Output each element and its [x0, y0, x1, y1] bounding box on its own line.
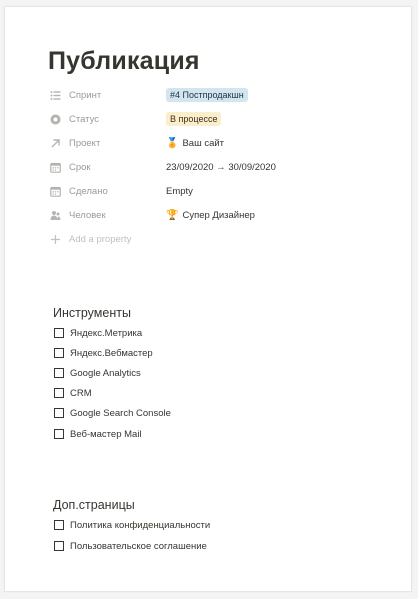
property-person[interactable]: Человек 🏆 Супер Дизайнер — [49, 205, 389, 225]
property-label: Статус — [69, 113, 100, 125]
checkbox[interactable] — [54, 408, 64, 418]
todo-label[interactable]: Политика конфиденциальности — [70, 520, 210, 531]
project-link[interactable]: Ваш сайт — [182, 138, 224, 149]
person-icon — [49, 209, 61, 221]
property-label: Спринт — [69, 89, 102, 101]
property-value[interactable]: #4 Постпродакшн — [166, 88, 248, 102]
add-property-label: Add a property — [69, 233, 132, 245]
property-value[interactable]: 🏅 Ваш сайт — [166, 138, 224, 149]
checkbox[interactable] — [54, 328, 64, 338]
list-icon — [49, 89, 61, 101]
property-label: Человек — [69, 209, 106, 221]
todo-item[interactable]: CRM — [54, 385, 92, 401]
property-value[interactable]: В процессе — [166, 112, 222, 126]
page-title[interactable]: Публикация — [48, 47, 200, 76]
todo-label[interactable]: CRM — [70, 388, 92, 399]
sprint-tag[interactable]: #4 Постпродакшн — [166, 88, 248, 102]
todo-item[interactable]: Google Analytics — [54, 365, 141, 381]
section-heading-tools[interactable]: Инструменты — [53, 306, 131, 320]
todo-label[interactable]: Пользовательское соглашение — [70, 541, 207, 552]
checkbox[interactable] — [54, 368, 64, 378]
checkbox[interactable] — [54, 520, 64, 530]
property-value[interactable]: 🏆 Супер Дизайнер — [166, 210, 255, 221]
person-name[interactable]: Супер Дизайнер — [182, 210, 254, 221]
todo-item[interactable]: Пользовательское соглашение — [54, 538, 207, 554]
todo-item[interactable]: Политика конфиденциальности — [54, 517, 210, 533]
status-tag[interactable]: В процессе — [166, 112, 222, 126]
todo-label[interactable]: Яндекс.Метрика — [70, 328, 142, 339]
todo-item[interactable]: Веб-мастер Mail — [54, 426, 142, 442]
todo-label[interactable]: Веб-мастер Mail — [70, 429, 142, 440]
property-project[interactable]: Проект 🏅 Ваш сайт — [49, 133, 389, 153]
checkbox[interactable] — [54, 541, 64, 551]
arrow-up-right-icon — [49, 137, 61, 149]
checkbox[interactable] — [54, 348, 64, 358]
checkbox[interactable] — [54, 388, 64, 398]
calendar-icon — [49, 185, 61, 197]
property-deadline[interactable]: Срок 23/09/2020 → 30/09/2020 — [49, 157, 389, 177]
deadline-value[interactable]: 23/09/2020 → 30/09/2020 — [166, 162, 276, 173]
property-label: Проект — [69, 137, 101, 149]
done-value[interactable]: Empty — [166, 186, 193, 197]
property-sprint[interactable]: Спринт #4 Постпродакшн — [49, 85, 389, 105]
todo-label[interactable]: Яндекс.Вебмастер — [70, 348, 153, 359]
calendar-icon — [49, 161, 61, 173]
plus-icon — [49, 233, 61, 245]
property-label: Сделано — [69, 185, 108, 197]
status-icon — [49, 113, 61, 125]
checkbox[interactable] — [54, 429, 64, 439]
section-heading-pages[interactable]: Доп.страницы — [53, 498, 135, 512]
todo-label[interactable]: Google Analytics — [70, 368, 141, 379]
medal-icon: 🏅 — [166, 137, 179, 149]
property-label: Срок — [69, 161, 91, 173]
todo-label[interactable]: Google Search Console — [70, 408, 171, 419]
add-property-button[interactable]: Add a property — [49, 229, 389, 249]
todo-item[interactable]: Яндекс.Метрика — [54, 325, 142, 341]
property-status[interactable]: Статус В процессе — [49, 109, 389, 129]
trophy-icon: 🏆 — [166, 209, 179, 221]
todo-item[interactable]: Яндекс.Вебмастер — [54, 345, 153, 361]
property-done[interactable]: Сделано Empty — [49, 181, 389, 201]
page-card: Публикация Спринт #4 Постпродакшн Статус… — [4, 6, 412, 592]
todo-item[interactable]: Google Search Console — [54, 405, 171, 421]
